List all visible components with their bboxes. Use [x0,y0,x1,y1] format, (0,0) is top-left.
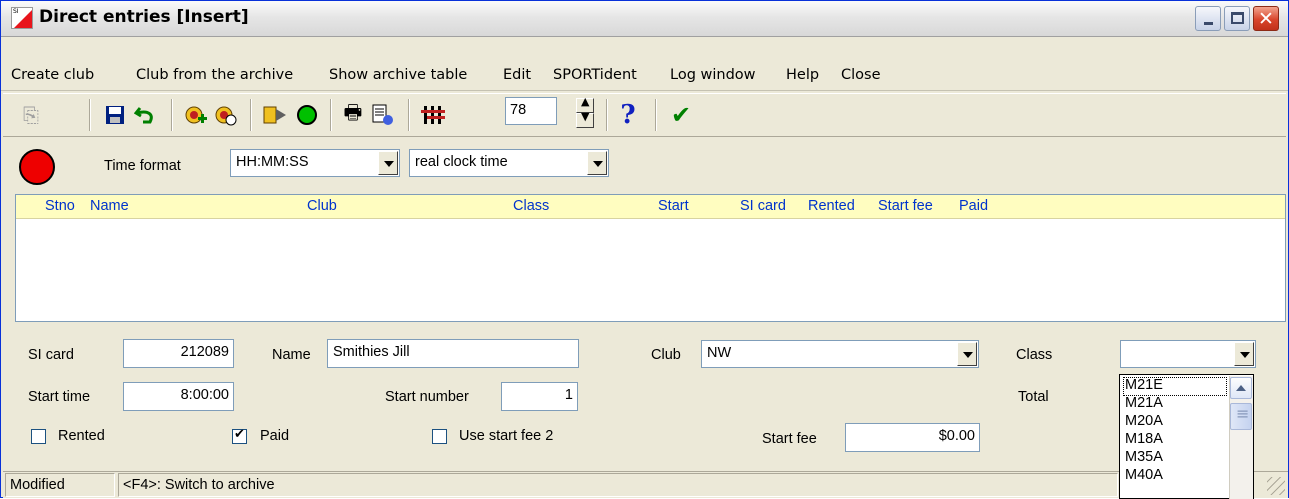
clock-mode-select[interactable]: real clock time [409,149,609,177]
chevron-down-icon[interactable] [587,151,607,175]
class-option-m35a[interactable]: M35A [1125,449,1163,465]
time-format-select[interactable]: HH:MM:SS [230,149,400,177]
name-label: Name [272,347,311,363]
menu-close[interactable]: Close [841,67,881,83]
settings-icon[interactable] [421,101,447,129]
menu-show-archive-table[interactable]: Show archive table [329,67,467,83]
column-header-name[interactable]: Name [90,198,129,214]
toolbar-separator [89,99,91,131]
resize-grip-icon[interactable] [1267,477,1285,495]
maximize-icon [1231,12,1244,24]
menu-sportident[interactable]: SPORTident [553,67,637,83]
column-header-rented[interactable]: Rented [808,198,855,214]
chevron-down-icon[interactable] [1234,342,1254,366]
minimize-icon [1204,22,1213,25]
toolbar-separator [606,99,608,131]
start-time-field[interactable]: 8:00:00 [123,382,234,411]
menu-edit[interactable]: Edit [503,67,531,83]
spinner-down-button[interactable]: ▼ [576,110,594,128]
column-header-paid[interactable]: Paid [959,198,988,214]
app-logo-icon: SI [11,7,33,29]
si-card-label: SI card [28,347,74,363]
status-hint: <F4>: Switch to archive [118,473,1118,497]
club-select[interactable]: NW [701,340,979,368]
start-number-field[interactable]: 1 [501,382,578,411]
club-label: Club [651,347,681,363]
toolbar-separator [171,99,173,131]
disabled-icon[interactable]: ⎘ [18,101,44,129]
column-header-start[interactable]: Start [658,198,689,214]
close-icon: ✕ [1258,8,1274,30]
start-fee-field[interactable]: $0.00 [845,423,980,452]
class-option-m40a[interactable]: M40A [1125,467,1163,483]
scroll-up-icon[interactable] [1230,377,1252,399]
start-fee-label: Start fee [762,431,817,447]
class-option-m21a[interactable]: M21A [1125,395,1163,411]
menu-club-from-archive[interactable]: Club from the archive [136,67,293,83]
undo-icon[interactable] [132,101,158,129]
close-window-button[interactable]: ✕ [1253,6,1279,31]
toolbar-separator [250,99,252,131]
add-club-icon[interactable] [183,101,209,129]
time-format-label: Time format [104,158,181,174]
class-option-m20a[interactable]: M20A [1125,413,1163,429]
maximize-button[interactable] [1224,6,1250,31]
use-start-fee-2-checkbox[interactable] [432,429,447,444]
save-icon[interactable] [102,101,128,129]
direct-entries-window: SI Direct entries [Insert] ✕ Create club… [0,0,1289,499]
menu-create-club[interactable]: Create club [11,67,94,83]
title-bar[interactable]: SI Direct entries [Insert] ✕ [1,1,1288,37]
start-number-label: Start number [385,389,469,405]
column-header-club[interactable]: Club [307,198,337,214]
status-mode: Modified [5,473,115,497]
class-label: Class [1016,347,1053,363]
column-header-start-fee[interactable]: Start fee [878,198,933,214]
start-time-label: Start time [28,389,91,405]
green-circle-icon[interactable] [294,101,320,129]
check-icon[interactable]: ✔ [668,101,694,129]
name-field[interactable]: Smithies Jill [327,339,579,368]
rented-checkbox[interactable] [31,429,46,444]
use-start-fee-2-label: Use start fee 2 [459,428,554,444]
paid-checkbox[interactable] [232,427,247,444]
club-search-icon[interactable] [213,101,239,129]
total-label: Total [1018,389,1049,405]
print-icon[interactable]: 🖶 [340,100,366,129]
window-title: Direct entries [Insert] [39,7,249,27]
paid-label: Paid [260,428,290,444]
column-header-stno[interactable]: Stno [45,198,75,214]
chevron-down-icon[interactable] [378,151,398,175]
column-header-class[interactable]: Class [513,198,549,214]
class-option-m21e[interactable]: M21E [1125,377,1163,393]
scroll-thumb[interactable] [1230,403,1252,430]
readout-icon[interactable] [262,101,288,129]
print-preview-icon[interactable] [370,101,396,129]
minimize-button[interactable] [1195,6,1221,31]
si-card-field[interactable]: 212089 [123,339,234,368]
chevron-down-icon[interactable] [957,342,977,366]
help-icon[interactable]: ? [615,100,641,130]
status-indicator-icon [19,149,55,185]
menu-log-window[interactable]: Log window [670,67,756,83]
class-select[interactable] [1120,340,1256,368]
column-header-si-card[interactable]: SI card [740,198,786,214]
class-option-m18a[interactable]: M18A [1125,431,1163,447]
toolbar-separator [330,99,332,131]
toolbar-separator [408,99,410,131]
entries-list-header [16,195,1285,219]
toolbar-separator [655,99,657,131]
toolbar-spinner-input[interactable]: 78 [505,97,557,125]
menu-help[interactable]: Help [786,67,819,83]
rented-label: Rented [58,428,105,444]
